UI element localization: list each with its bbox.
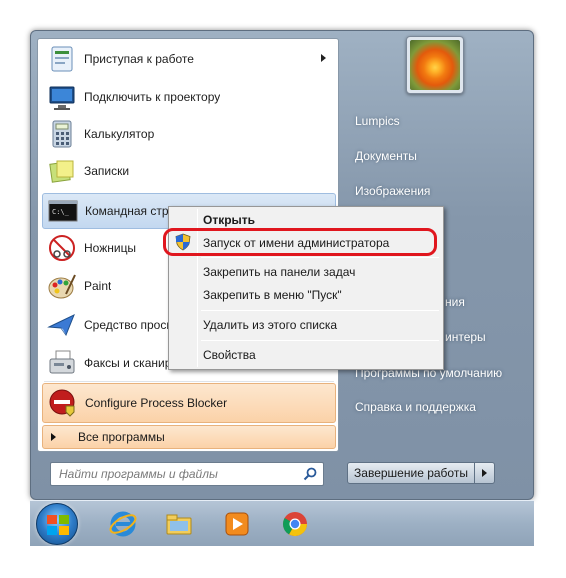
internet-explorer-icon [109,511,137,537]
search-box[interactable] [50,462,324,486]
viewer-icon [46,309,78,341]
context-item-remove[interactable]: Удалить из этого списка [203,318,337,332]
shutdown-button[interactable]: Завершение работы [347,462,475,484]
sticky-notes-icon [46,155,78,187]
cmd-icon: C:\_ [47,195,79,227]
program-item-sticky-notes[interactable]: Записки [42,153,336,189]
divider [44,381,334,382]
context-item-pin-taskbar[interactable]: Закрепить на панели задач [203,265,355,279]
process-blocker-icon [47,387,79,419]
all-programs-label: Все программы [78,430,165,444]
flower-picture [410,40,460,90]
taskbar-internet-explorer[interactable] [96,505,150,543]
right-item-help-support[interactable]: Справка и поддержка [355,400,476,414]
context-separator [201,310,439,311]
taskbar-explorer[interactable] [152,505,206,543]
program-label: Записки [84,164,130,178]
context-separator [201,340,439,341]
user-avatar[interactable] [406,36,464,94]
program-label: Средство просм [84,318,175,332]
right-item-documents[interactable]: Документы [355,149,417,163]
search-icon[interactable] [303,467,317,481]
program-item-projector[interactable]: Подключить к проектору [42,79,336,115]
windows-logo-icon [47,515,69,535]
paint-icon [46,270,78,302]
program-label: Подключить к проектору [84,90,221,104]
pinned-label: Configure Process Blocker [85,396,228,410]
svg-text:C:\_: C:\_ [52,208,70,216]
scissors-icon [46,232,78,264]
program-label: Калькулятор [84,127,155,141]
program-item-configure-process-blocker[interactable]: Configure Process Blocker [42,383,336,423]
right-item-devices-printers[interactable]: интеры [445,330,486,344]
search-input[interactable] [59,467,299,481]
context-separator [201,257,439,258]
taskbar [30,500,534,546]
context-item-open[interactable]: Открыть [203,213,255,227]
fax-icon [46,347,78,379]
context-item-properties[interactable]: Свойства [203,348,256,362]
projector-icon [46,81,78,113]
chevron-right-icon [51,433,56,441]
program-item-getting-started[interactable]: Приступая к работе [42,41,336,77]
chrome-icon [283,512,307,537]
right-item-lumpics[interactable]: Lumpics [355,114,400,128]
shutdown-label: Завершение работы [354,466,468,480]
getting-started-icon [46,43,78,75]
program-label: Командная стро [85,204,176,218]
highlight-ring [163,228,437,256]
shutdown-options-button[interactable] [475,462,495,484]
explorer-icon [166,514,192,535]
program-item-calculator[interactable]: Калькулятор [42,116,336,152]
program-label: Факсы и сканир [84,356,172,370]
start-orb-button[interactable] [36,503,78,545]
program-label: Paint [84,279,112,293]
calculator-icon [46,118,78,150]
media-player-icon [225,512,249,536]
right-item-pictures[interactable]: Изображения [355,184,430,198]
context-item-pin-start[interactable]: Закрепить в меню "Пуск" [203,288,342,302]
program-label: Ножницы [84,241,137,255]
taskbar-chrome[interactable] [268,505,322,543]
all-programs-button[interactable]: Все программы [42,425,336,449]
chevron-right-icon [321,54,326,62]
right-item-partial-1[interactable]: ния [445,295,465,309]
program-label: Приступая к работе [84,52,194,66]
taskbar-media-player[interactable] [210,505,264,543]
